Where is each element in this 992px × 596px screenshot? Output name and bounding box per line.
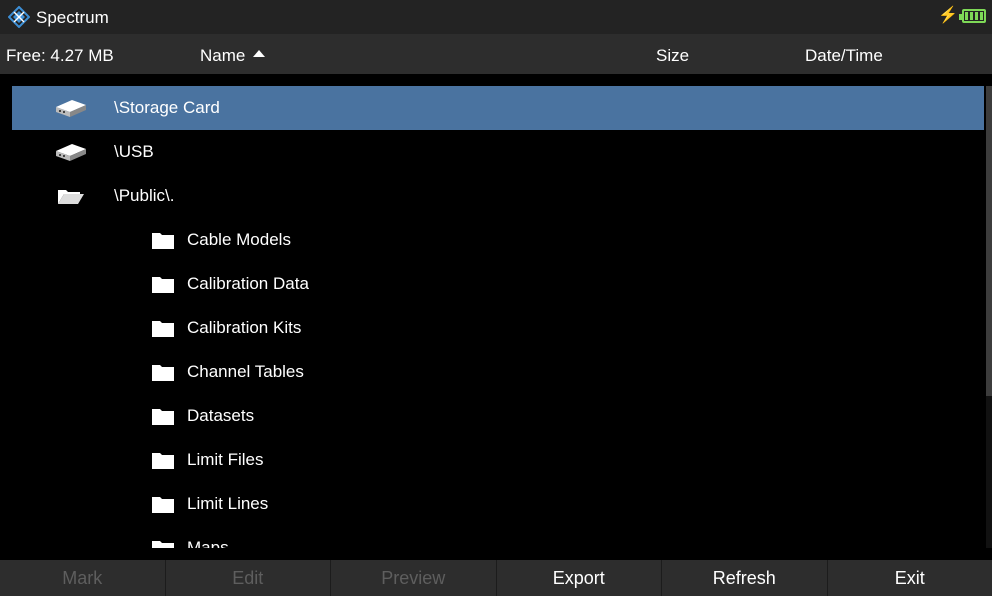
list-item-label: \USB (114, 142, 154, 161)
list-scrollbar[interactable] (986, 86, 992, 548)
list-item-channel-tables[interactable]: Channel Tables (12, 350, 984, 394)
refresh-button[interactable]: Refresh (662, 560, 828, 596)
list-item-datasets[interactable]: Datasets (12, 394, 984, 438)
list-item-limit-files[interactable]: Limit Files (12, 438, 984, 482)
softkey-bar: Mark Edit Preview Export Refresh Exit (0, 560, 992, 596)
app-title: Spectrum (36, 8, 109, 27)
scrollbar-thumb[interactable] (986, 86, 992, 396)
list-item-label: Cable Models (187, 230, 291, 249)
export-button[interactable]: Export (497, 560, 662, 596)
file-list[interactable]: \Storage Card \USB \Public\. Cable Model… (0, 86, 986, 548)
folder-icon (152, 541, 174, 548)
usb-drive-icon (56, 144, 86, 161)
battery-icon (959, 9, 986, 23)
preview-button[interactable]: Preview (331, 560, 497, 596)
list-item-label: Maps (187, 538, 229, 548)
folder-icon (152, 497, 174, 513)
edit-button[interactable]: Edit (166, 560, 331, 596)
list-item-maps[interactable]: Maps (12, 526, 984, 548)
list-item-label: Datasets (187, 406, 255, 425)
list-item-label: Calibration Data (187, 274, 309, 293)
list-item-label: Limit Lines (187, 494, 269, 513)
folder-icon (152, 321, 174, 337)
sort-ascending-icon[interactable] (253, 50, 265, 57)
list-item-label: Limit Files (187, 450, 264, 469)
name-column-header[interactable]: Name (200, 46, 245, 66)
charging-bolt-icon: ⚡ (938, 7, 958, 24)
column-header: Free: 4.27 MB Name Size Date/Time (0, 34, 992, 74)
app-logo-icon (8, 6, 30, 28)
list-item-label: \Public\. (114, 186, 175, 205)
list-item-limit-lines[interactable]: Limit Lines (12, 482, 984, 526)
title-bar: Spectrum ⚡ (0, 0, 992, 34)
folder-icon (152, 277, 174, 293)
folder-icon (152, 409, 174, 425)
mark-button[interactable]: Mark (0, 560, 166, 596)
exit-button[interactable]: Exit (828, 560, 992, 596)
size-column-header[interactable]: Size (656, 46, 689, 66)
list-item-usb[interactable]: \USB (12, 130, 984, 174)
free-space-label: Free: 4.27 MB (6, 46, 114, 65)
storage-drive-icon (56, 100, 86, 117)
list-item-public[interactable]: \Public\. (12, 174, 984, 218)
folder-icon (152, 233, 174, 249)
list-item-label: \Storage Card (114, 98, 220, 117)
folder-icon (152, 453, 174, 469)
list-item-calibration-kits[interactable]: Calibration Kits (12, 306, 984, 350)
list-item-cable-models[interactable]: Cable Models (12, 218, 984, 262)
list-item-calibration-data[interactable]: Calibration Data (12, 262, 984, 306)
list-item-label: Channel Tables (187, 362, 304, 381)
list-item-storage-card[interactable]: \Storage Card (12, 86, 984, 130)
status-area: ⚡ (938, 8, 986, 24)
datetime-column-header[interactable]: Date/Time (805, 46, 883, 66)
folder-icon (152, 365, 174, 381)
open-folder-icon (58, 190, 84, 204)
list-item-label: Calibration Kits (187, 318, 302, 337)
